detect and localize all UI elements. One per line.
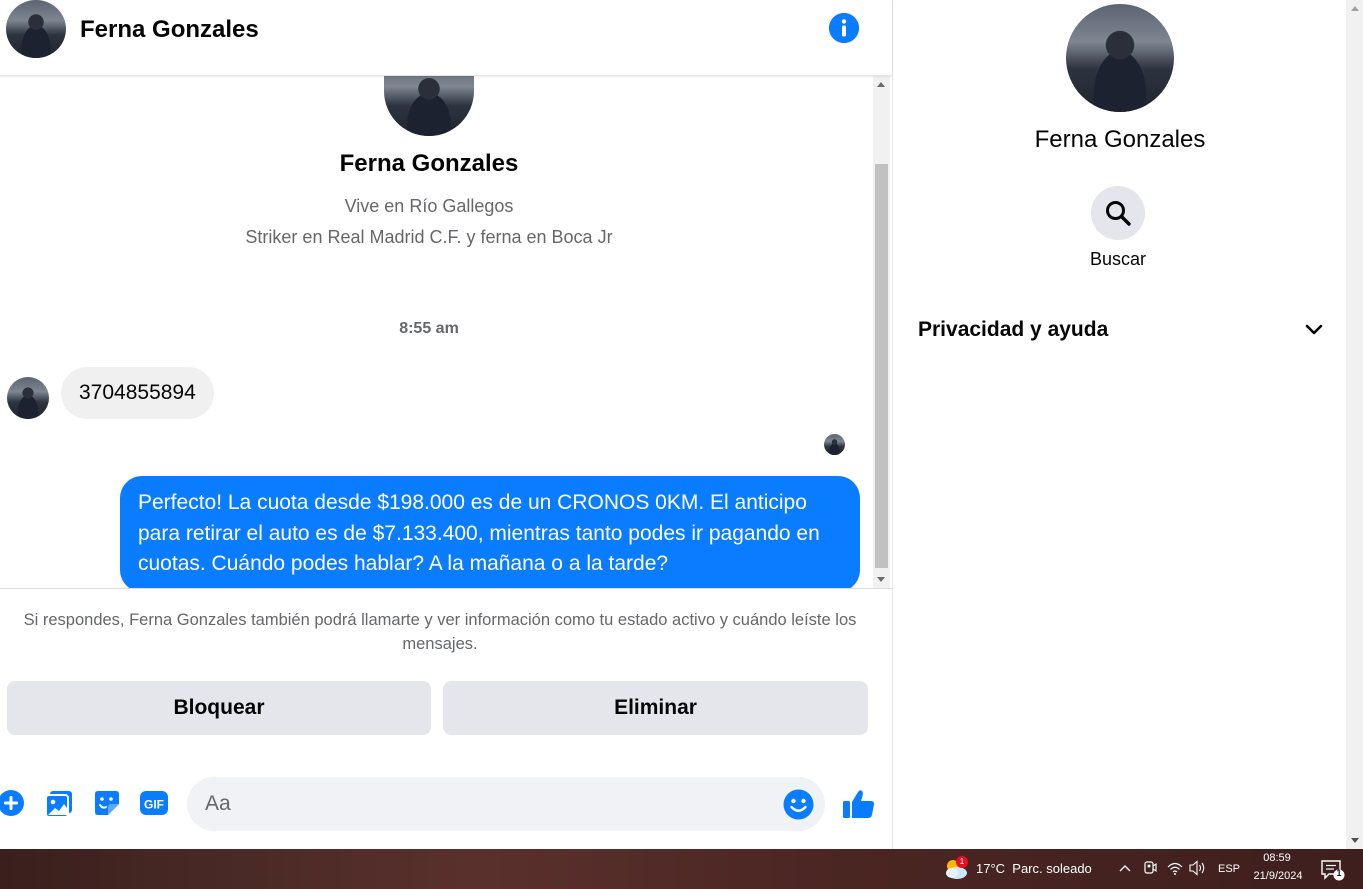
svg-text:GIF: GIF: [144, 798, 164, 812]
info-button[interactable]: [829, 13, 859, 43]
delete-button[interactable]: Eliminar: [443, 681, 868, 735]
notification-count: 1: [1336, 868, 1342, 878]
details-panel: Ferna Gonzales Buscar Privacidad y ayuda: [892, 0, 1346, 849]
scroll-thumb[interactable]: [875, 164, 888, 568]
details-name[interactable]: Ferna Gonzales: [893, 126, 1347, 154]
profile-avatar: [384, 76, 474, 136]
emoji-button[interactable]: [783, 789, 814, 820]
info-icon: [829, 13, 859, 43]
clock-time[interactable]: 08:59: [1255, 852, 1299, 864]
profile-name: Ferna Gonzales: [339, 150, 519, 177]
taskbar: 1 17°C Parc. soleado ESP 08:59 21/9/2024…: [0, 849, 1363, 889]
gif-icon: GIF: [140, 791, 168, 815]
reply-notice: Si respondes, Ferna Gonzales también pod…: [23, 611, 857, 653]
outgoing-message[interactable]: Perfecto! La cuota desde $198.000 es de …: [120, 476, 860, 588]
language-indicator[interactable]: ESP: [1218, 863, 1240, 875]
profile-location: Vive en Río Gallegos: [344, 196, 514, 216]
thumbs-up-icon: [843, 790, 875, 818]
weather-widget[interactable]: 17°C Parc. soleado: [976, 861, 1092, 876]
search-icon: [1106, 201, 1131, 226]
notifications-button[interactable]: 1: [1320, 859, 1346, 881]
details-avatar[interactable]: [1066, 4, 1174, 112]
scroll-up-icon[interactable]: [877, 82, 885, 87]
page-scrollbar[interactable]: [1346, 0, 1363, 849]
gif-button[interactable]: GIF: [137, 786, 171, 820]
more-actions-button[interactable]: [0, 786, 28, 820]
block-button[interactable]: Bloquear: [7, 681, 431, 735]
weather-description: Parc. soleado: [1012, 861, 1092, 876]
weather-badge: 1: [956, 856, 968, 868]
chevron-down-icon: [1305, 324, 1323, 335]
plus-circle-icon: [0, 790, 24, 816]
meet-now-icon[interactable]: [1143, 860, 1157, 876]
search-label: Buscar: [1089, 249, 1147, 269]
volume-icon[interactable]: [1189, 860, 1207, 876]
divider: [0, 588, 892, 589]
clock-date[interactable]: 21/9/2024: [1247, 870, 1309, 882]
message-scrollbar[interactable]: [873, 76, 890, 588]
privacy-help-label: Privacidad y ayuda: [918, 318, 1109, 341]
chat-header: Ferna Gonzales: [0, 0, 892, 76]
page-scroll-up-icon[interactable]: [1351, 6, 1359, 11]
like-button[interactable]: [841, 786, 877, 822]
seen-indicator-avatar: [824, 434, 845, 455]
search-button[interactable]: [1091, 186, 1145, 240]
message-list[interactable]: Ferna Gonzales Vive en Río Gallegos Stri…: [0, 76, 872, 588]
sticker-icon: [95, 791, 119, 815]
chat-panel: Ferna Gonzales Ferna Gonzales Vive en Rí…: [0, 0, 892, 849]
emoji-icon: [783, 789, 814, 820]
chevron-up-icon[interactable]: [1119, 863, 1131, 873]
image-icon: [45, 791, 72, 818]
incoming-message[interactable]: 3704855894: [61, 367, 214, 419]
contact-name[interactable]: Ferna Gonzales: [80, 16, 259, 44]
page-scroll-down-icon[interactable]: [1351, 838, 1359, 843]
attach-image-button[interactable]: [42, 786, 76, 820]
contact-avatar[interactable]: [6, 0, 66, 58]
scroll-down-icon[interactable]: [877, 577, 885, 582]
profile-work: Striker en Real Madrid C.F. y ferna en B…: [245, 227, 613, 247]
sticker-button[interactable]: [90, 786, 124, 820]
message-timestamp: 8:55 am: [399, 320, 459, 337]
privacy-help-section[interactable]: Privacidad y ayuda: [903, 306, 1333, 354]
weather-temperature: 17°C: [976, 861, 1006, 876]
sender-avatar[interactable]: [7, 377, 49, 419]
wifi-icon[interactable]: [1167, 861, 1183, 875]
message-input[interactable]: [187, 777, 825, 831]
